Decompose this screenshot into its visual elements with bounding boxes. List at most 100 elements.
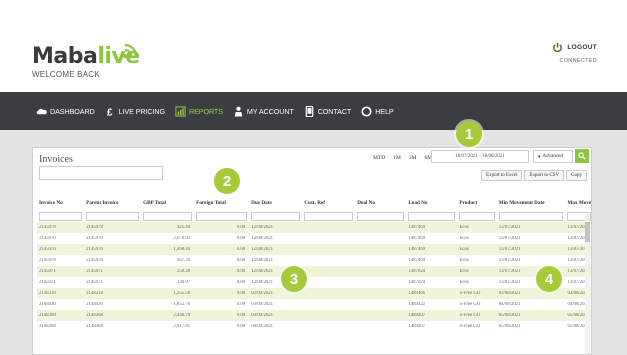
table-row[interactable]: 2145971 2145971 139.97 0.00 12/08/2021 148702… [37, 277, 591, 288]
copy-button[interactable]: Copy [566, 170, 587, 181]
column-filter-input[interactable] [251, 211, 301, 221]
range-1m-button[interactable]: 1M [393, 155, 401, 161]
export-csv-button[interactable]: Export to CSV [524, 170, 565, 181]
column-filter-cell [249, 211, 302, 221]
column-filter-input[interactable] [86, 211, 140, 221]
column-header[interactable]: Max Movement [565, 200, 591, 206]
date-range-input[interactable]: 18/07/2021 - 18/08/2021 [431, 150, 529, 163]
invoices-table: Invoice No Parent Invoice GBP Total Foreign… [37, 196, 591, 332]
column-header[interactable]: Load No [406, 200, 457, 206]
nav-contact[interactable]: CONTACT [304, 105, 351, 117]
column-filter-cell [194, 211, 249, 221]
table-cell: 04/09/2021 [251, 313, 274, 318]
range-mtd-button[interactable]: MTD [373, 155, 385, 161]
cloud-icon [36, 108, 47, 114]
table-row[interactable]: 2145970 2145970 2,670.03 0.00 12/08/2021 1487… [37, 233, 591, 244]
advanced-dropdown[interactable]: ▾ Advanced [533, 150, 573, 163]
logout-button[interactable]: LOGOUT [552, 42, 597, 53]
column-filter-cell [37, 211, 84, 221]
table-scrollbar[interactable] [585, 214, 590, 354]
nav-label: LIVE PRICING [118, 106, 165, 116]
column-header[interactable]: Cust. Ref [302, 200, 355, 206]
column-header[interactable]: Foreign Total [194, 200, 249, 206]
table-cell: 0.00 [236, 258, 246, 263]
table-filter-row [37, 210, 591, 222]
svg-text:£: £ [106, 107, 112, 116]
column-header[interactable]: Min Movement Date [497, 200, 566, 206]
column-header[interactable]: Due Date [249, 200, 302, 206]
nav-label: MY ACCOUNT [246, 106, 294, 116]
table-cell: 1487024 [408, 269, 426, 274]
table-row[interactable]: 2148436 2148436 1,852.76 0.00 03/09/2021 1489… [37, 299, 591, 310]
header: Mabalive WELCOME BACK LOGOUT CONNECTED [0, 0, 627, 92]
column-filter-input[interactable] [39, 211, 83, 221]
table-body: 2145978 2145978 425.44 0.00 12/08/2021 148746… [37, 222, 591, 332]
invoice-search-input[interactable] [39, 166, 163, 180]
column-filter-input[interactable] [357, 211, 405, 221]
table-cell: 13/07/2021 [498, 247, 521, 252]
logout-label: LOGOUT [567, 44, 597, 51]
column-filter-cell [497, 211, 566, 221]
welcome-text: WELCOME BACK [32, 70, 100, 79]
table-cell: 2145971 [39, 269, 56, 274]
table-row[interactable]: 2145978 2145978 425.44 0.00 12/08/2021 148746… [37, 222, 591, 233]
user-icon [234, 106, 243, 117]
nav-live-pricing[interactable]: £ LIVE PRICING [105, 106, 165, 117]
range-3m-button[interactable]: 3M [409, 155, 417, 161]
column-filter-input[interactable] [196, 211, 248, 221]
column-filter-input[interactable] [498, 211, 564, 221]
column-filter-cell [406, 211, 457, 221]
table-cell: 2148368 [39, 324, 56, 329]
table-cell: 1487469 [408, 236, 426, 241]
table-row[interactable]: 2148368 2148368 2,817.81 0.00 04/09/2021 1489… [37, 321, 591, 332]
column-header[interactable]: GBP Total [141, 200, 194, 206]
table-cell: 05/08/2021 [498, 324, 521, 329]
table-cell: 258.28 [176, 269, 191, 274]
table-cell: Ecos [459, 269, 469, 274]
table-cell: 2148318 [86, 291, 103, 296]
table-cell: 12/08/2021 [251, 247, 274, 252]
nav-my-account[interactable]: MY ACCOUNT [233, 106, 294, 117]
export-excel-button[interactable]: Export to Excel [481, 170, 523, 181]
column-filter-cell [355, 211, 406, 221]
table-cell: 2,448.79 [173, 313, 191, 318]
scrollbar-thumb[interactable] [585, 222, 590, 242]
nav-dashboard[interactable]: DASHBOARD [36, 106, 95, 117]
main-nav: DASHBOARD £ LIVE PRICING REPORTS MY ACCO… [0, 92, 627, 130]
table-cell: 2148318 [39, 291, 56, 296]
table-cell: 2145978 [86, 225, 103, 230]
column-filter-input[interactable] [304, 211, 354, 221]
column-filter-cell [302, 211, 355, 221]
column-header[interactable]: Invoice No [37, 200, 84, 206]
table-cell: 2148436 [39, 302, 56, 307]
table-cell: 937.26 [176, 258, 191, 263]
column-filter-input[interactable] [143, 211, 193, 221]
column-header[interactable]: Deal No [355, 200, 406, 206]
table-row[interactable]: 2148368 2148368 2,448.79 0.00 04/09/2021 1489… [37, 310, 591, 321]
table-cell: 2145970 [86, 247, 103, 252]
table-cell: 2148368 [39, 313, 56, 318]
table-cell: 2145978 [86, 258, 103, 263]
column-header[interactable]: Product [457, 200, 496, 206]
search-button[interactable] [575, 149, 589, 163]
column-filter-input[interactable] [408, 211, 456, 221]
table-cell: 03/08/2021 [498, 291, 521, 296]
table-row[interactable]: 2145971 2145971 258.28 0.00 12/08/2021 148702… [37, 266, 591, 277]
table-cell: 2148368 [86, 324, 103, 329]
table-cell: 1,355.50 [173, 291, 191, 296]
nav-help[interactable]: HELP [361, 105, 394, 117]
column-filter-input[interactable] [459, 211, 495, 221]
table-row[interactable]: 2145978 2145978 937.26 0.00 12/08/2021 148746… [37, 255, 591, 266]
column-header[interactable]: Parent Invoice [84, 200, 141, 206]
date-range-buttons: MTD 1M 3M 6M [373, 155, 432, 161]
table-cell: Ecos [459, 258, 469, 263]
table-cell: 04/09/2021 [251, 324, 274, 329]
table-row[interactable]: 2145970 2145970 1,398.44 0.00 12/08/2021 1487… [37, 244, 591, 255]
table-cell: S-Free GO [459, 313, 481, 318]
callout-badge-3: 3 [281, 266, 307, 292]
callout-badge-1: 1 [456, 121, 482, 147]
table-row[interactable]: 2148318 2148318 1,355.50 0.00 02/09/2021 1489… [37, 288, 591, 299]
table-cell: 2145978 [39, 225, 56, 230]
nav-reports[interactable]: REPORTS [175, 105, 223, 117]
callout-badge-4: 4 [536, 266, 562, 292]
